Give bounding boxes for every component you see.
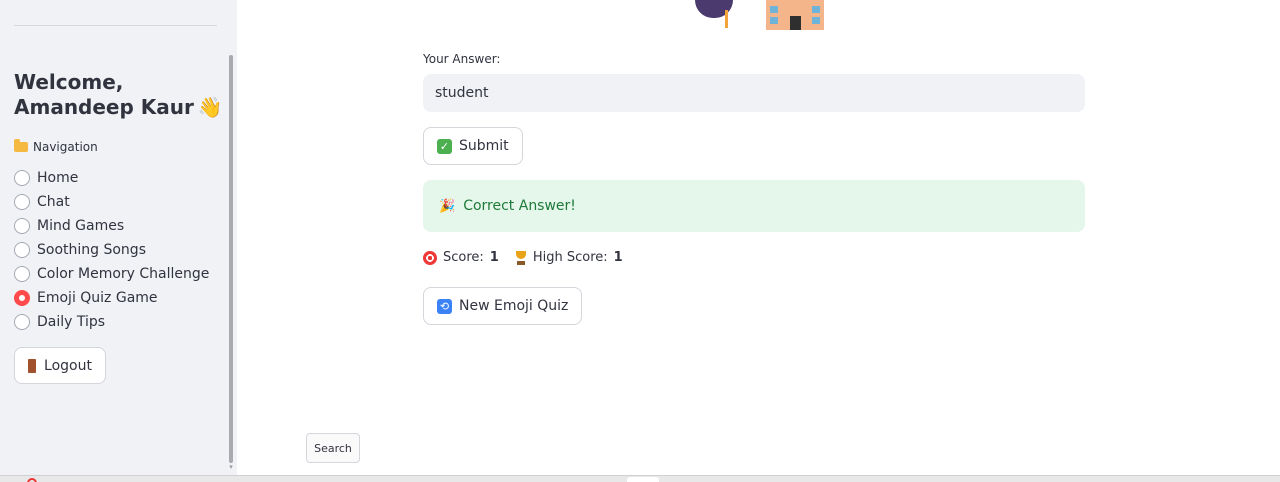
status-dot-icon: [27, 478, 37, 482]
emoji-clue: [690, 0, 824, 30]
party-popper-icon: 🎉: [439, 198, 456, 214]
radio-button[interactable]: [14, 194, 30, 210]
logout-label: Logout: [44, 357, 92, 374]
door-icon: [28, 358, 37, 373]
bottom-tab[interactable]: [627, 477, 659, 482]
radio-button[interactable]: [14, 314, 30, 330]
graduation-cap-icon: [690, 0, 738, 30]
nav-radio-label: Daily Tips: [37, 314, 106, 330]
user-name: Amandeep Kaur: [14, 95, 194, 119]
repeat-icon: ⟲: [437, 298, 452, 314]
user-name-line: Amandeep Kaur 👋: [14, 95, 224, 120]
radio-button[interactable]: [14, 218, 30, 234]
navigation-label-text: Navigation: [33, 140, 98, 154]
nav-radio-color-memory[interactable]: Color Memory Challenge: [14, 262, 209, 286]
submit-label: Submit: [459, 138, 509, 154]
nav-radio-daily-tips[interactable]: Daily Tips: [14, 310, 209, 334]
nav-radio-label: Mind Games: [37, 218, 125, 234]
nav-radio-label: Soothing Songs: [37, 242, 146, 258]
radio-button-selected[interactable]: [14, 290, 30, 306]
new-emoji-quiz-button[interactable]: ⟲ New Emoji Quiz: [423, 287, 583, 325]
target-icon: [423, 250, 437, 265]
welcome-line: Welcome,: [14, 70, 124, 94]
search-button[interactable]: Search: [306, 433, 360, 463]
new-quiz-label: New Emoji Quiz: [459, 298, 569, 314]
sidebar: Welcome, Amandeep Kaur 👋 Navigation Home …: [0, 0, 237, 475]
nav-radio-emoji-quiz[interactable]: Emoji Quiz Game: [14, 286, 209, 310]
result-message: Correct Answer!: [463, 198, 576, 214]
submit-button[interactable]: ✓ Submit: [423, 127, 523, 165]
nav-radio-label: Home: [37, 170, 79, 186]
high-score-label: High Score:: [532, 250, 608, 265]
folder-icon: [14, 139, 28, 152]
nav-radio-label: Color Memory Challenge: [37, 266, 210, 282]
trophy-icon: [515, 250, 527, 265]
score-value: 1: [489, 250, 499, 265]
nav-radio-label: Emoji Quiz Game: [37, 290, 158, 306]
radio-button[interactable]: [14, 242, 30, 258]
nav-radio-label: Chat: [37, 194, 70, 210]
navigation-label: Navigation: [14, 139, 98, 154]
navigation-radio-group: Home Chat Mind Games Soothing Songs Colo…: [14, 166, 209, 334]
radio-button[interactable]: [14, 266, 30, 282]
check-box-icon: ✓: [437, 138, 452, 154]
nav-radio-soothing-songs[interactable]: Soothing Songs: [14, 238, 209, 262]
score-line: Score: 1 High Score: 1: [423, 250, 623, 265]
answer-input[interactable]: [423, 74, 1085, 112]
nav-radio-home[interactable]: Home: [14, 166, 209, 190]
success-alert: 🎉 Correct Answer!: [423, 180, 1085, 232]
nav-radio-chat[interactable]: Chat: [14, 190, 209, 214]
scroll-down-arrow-icon[interactable]: ▾: [228, 464, 234, 471]
answer-label: Your Answer:: [423, 52, 501, 66]
waving-hand-icon: 👋: [197, 95, 223, 119]
logout-button[interactable]: Logout: [14, 347, 106, 384]
school-icon: [766, 0, 824, 30]
sidebar-divider: [14, 25, 217, 26]
radio-button[interactable]: [14, 170, 30, 186]
welcome-heading: Welcome, Amandeep Kaur 👋: [14, 70, 224, 120]
score-label: Score:: [443, 250, 484, 265]
sidebar-scrollbar[interactable]: [229, 55, 233, 463]
nav-radio-mind-games[interactable]: Mind Games: [14, 214, 209, 238]
high-score-value: 1: [613, 250, 623, 265]
